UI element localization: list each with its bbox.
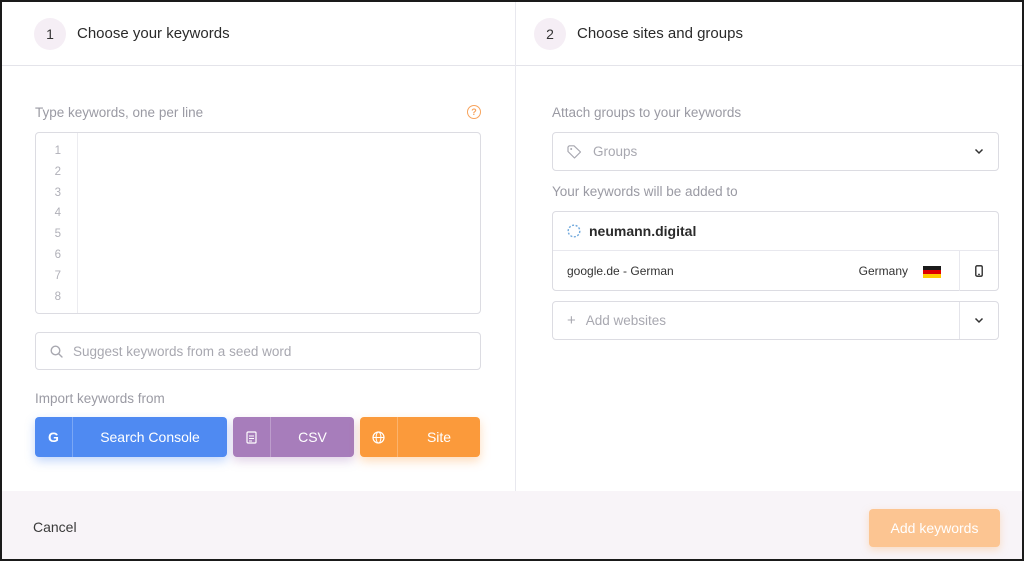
- step-number: 2: [534, 17, 566, 50]
- google-icon: G: [35, 417, 73, 457]
- step-header: 1 Choose your keywords: [2, 2, 515, 66]
- country: Germany: [858, 264, 908, 278]
- tag-icon: [567, 144, 582, 159]
- divider: [959, 251, 960, 291]
- step-sites-panel: 2 Choose sites and groups Attach groups …: [516, 2, 1022, 491]
- button-label: CSV: [298, 429, 327, 445]
- line-number: 1: [54, 145, 61, 157]
- keywords-label: Type keywords, one per line: [35, 105, 204, 120]
- import-label: Import keywords from: [35, 391, 165, 406]
- plus-icon: +: [567, 312, 576, 329]
- add-keywords-dialog: 1 Choose your keywords Type keywords, on…: [0, 0, 1024, 561]
- germany-flag-icon: [923, 266, 941, 278]
- groups-placeholder: Groups: [593, 144, 638, 159]
- cancel-button[interactable]: Cancel: [33, 519, 77, 535]
- globe-icon: [360, 417, 398, 457]
- loading-spinner-icon: [567, 224, 581, 238]
- site-engine-row: google.de - German Germany: [553, 251, 998, 291]
- line-number: 8: [54, 290, 61, 303]
- import-search-console-button[interactable]: G Search Console: [35, 417, 227, 457]
- seed-word-input[interactable]: Suggest keywords from a seed word: [35, 332, 481, 370]
- chevron-down-icon: [974, 148, 984, 154]
- add-websites-placeholder: Add websites: [585, 313, 667, 328]
- step-header: 2 Choose sites and groups: [516, 2, 1022, 66]
- dialog-footer: Cancel Add keywords: [2, 491, 1022, 559]
- question-circle-icon[interactable]: ?: [467, 105, 481, 119]
- step-title: Choose sites and groups: [577, 25, 743, 42]
- seed-word-placeholder: Suggest keywords from a seed word: [73, 343, 292, 359]
- site-domain: neumann.digital: [589, 223, 697, 239]
- import-site-button[interactable]: Site: [360, 417, 480, 457]
- mobile-icon[interactable]: [975, 265, 983, 277]
- keywords-textarea[interactable]: 1 2 3 4 5 6 7 8: [35, 132, 481, 314]
- groups-label: Attach groups to your keywords: [552, 105, 742, 120]
- line-number: 2: [54, 165, 61, 178]
- step-title: Choose your keywords: [77, 25, 230, 42]
- line-number: 6: [54, 248, 61, 261]
- button-label: Site: [426, 429, 452, 445]
- add-websites-select[interactable]: + Add websites: [552, 301, 999, 340]
- search-icon: [50, 344, 63, 358]
- line-number: 3: [54, 186, 61, 199]
- site-header: neumann.digital: [553, 212, 998, 251]
- site-card: neumann.digital google.de - German Germa…: [552, 211, 999, 291]
- chevron-down-icon[interactable]: [974, 317, 984, 324]
- step-number: 1: [34, 17, 66, 50]
- line-number: 4: [54, 207, 61, 220]
- line-number-gutter: 1 2 3 4 5 6 7 8: [36, 133, 78, 313]
- file-icon: [233, 417, 271, 457]
- added-to-label: Your keywords will be added to: [552, 184, 738, 199]
- groups-select[interactable]: Groups: [552, 132, 999, 171]
- search-engine: google.de - German: [567, 264, 674, 278]
- import-csv-button[interactable]: CSV: [233, 417, 354, 457]
- line-number: 7: [54, 269, 61, 282]
- step-keywords-panel: 1 Choose your keywords Type keywords, on…: [2, 2, 516, 491]
- divider: [959, 302, 960, 339]
- button-label: Search Console: [100, 429, 200, 445]
- add-keywords-button[interactable]: Add keywords: [869, 509, 1000, 547]
- line-number: 5: [54, 228, 61, 241]
